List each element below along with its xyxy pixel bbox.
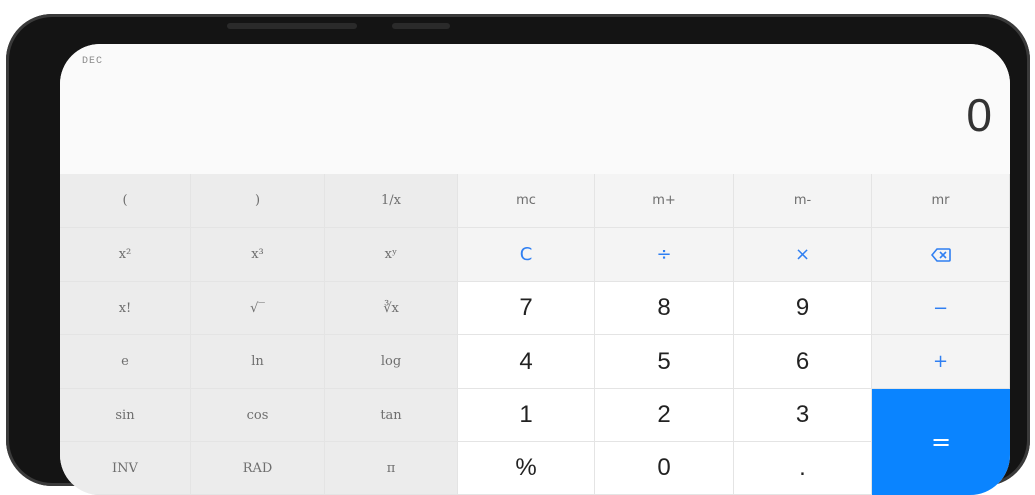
phone-frame: DEC 0 ( ) 1/x mc m+ m- mr x² x³ xʸ C ÷ ×	[6, 14, 1030, 495]
volume-button	[227, 23, 357, 29]
memory-clear-key[interactable]: mc	[458, 174, 595, 228]
open-paren-key[interactable]: (	[60, 174, 191, 228]
pi-key[interactable]: π	[325, 442, 458, 495]
digit-2-key[interactable]: 2	[595, 389, 734, 442]
multiply-key[interactable]: ×	[734, 228, 872, 282]
factorial-key[interactable]: x!	[60, 282, 191, 335]
backspace-icon	[930, 247, 951, 262]
natural-log-key[interactable]: ln	[191, 335, 325, 389]
calculator-screen: DEC 0 ( ) 1/x mc m+ m- mr x² x³ xʸ C ÷ ×	[60, 44, 1010, 495]
digit-3-key[interactable]: 3	[734, 389, 872, 442]
digit-4-key[interactable]: 4	[458, 335, 595, 389]
percent-key[interactable]: %	[458, 442, 595, 495]
memory-recall-key[interactable]: mr	[872, 174, 1010, 228]
square-root-key[interactable]: √‾	[191, 282, 325, 335]
plus-key[interactable]: +	[872, 335, 1010, 389]
reciprocal-key[interactable]: 1/x	[325, 174, 458, 228]
backspace-key[interactable]	[872, 228, 1010, 282]
digit-9-key[interactable]: 9	[734, 282, 872, 335]
inverse-key[interactable]: INV	[60, 442, 191, 495]
equals-key[interactable]: =	[872, 389, 1010, 495]
display-panel: DEC 0	[60, 44, 1010, 174]
cube-root-key[interactable]: ∛x	[325, 282, 458, 335]
sine-key[interactable]: sin	[60, 389, 191, 442]
keypad: ( ) 1/x mc m+ m- mr x² x³ xʸ C ÷ × x! √‾…	[60, 174, 1010, 495]
decimal-key[interactable]: .	[734, 442, 872, 495]
tangent-key[interactable]: tan	[325, 389, 458, 442]
power-button	[392, 23, 450, 29]
cube-key[interactable]: x³	[191, 228, 325, 282]
power-key[interactable]: xʸ	[325, 228, 458, 282]
square-key[interactable]: x²	[60, 228, 191, 282]
cosine-key[interactable]: cos	[191, 389, 325, 442]
close-paren-key[interactable]: )	[191, 174, 325, 228]
memory-subtract-key[interactable]: m-	[734, 174, 872, 228]
digit-0-key[interactable]: 0	[595, 442, 734, 495]
number-mode-label: DEC	[82, 56, 104, 67]
divide-key[interactable]: ÷	[595, 228, 734, 282]
digit-1-key[interactable]: 1	[458, 389, 595, 442]
digit-8-key[interactable]: 8	[595, 282, 734, 335]
digit-5-key[interactable]: 5	[595, 335, 734, 389]
euler-key[interactable]: e	[60, 335, 191, 389]
clear-key[interactable]: C	[458, 228, 595, 282]
memory-add-key[interactable]: m+	[595, 174, 734, 228]
digit-7-key[interactable]: 7	[458, 282, 595, 335]
digit-6-key[interactable]: 6	[734, 335, 872, 389]
radian-mode-key[interactable]: RAD	[191, 442, 325, 495]
log-key[interactable]: log	[325, 335, 458, 389]
result-display: 0	[966, 89, 992, 141]
minus-key[interactable]: −	[872, 282, 1010, 335]
